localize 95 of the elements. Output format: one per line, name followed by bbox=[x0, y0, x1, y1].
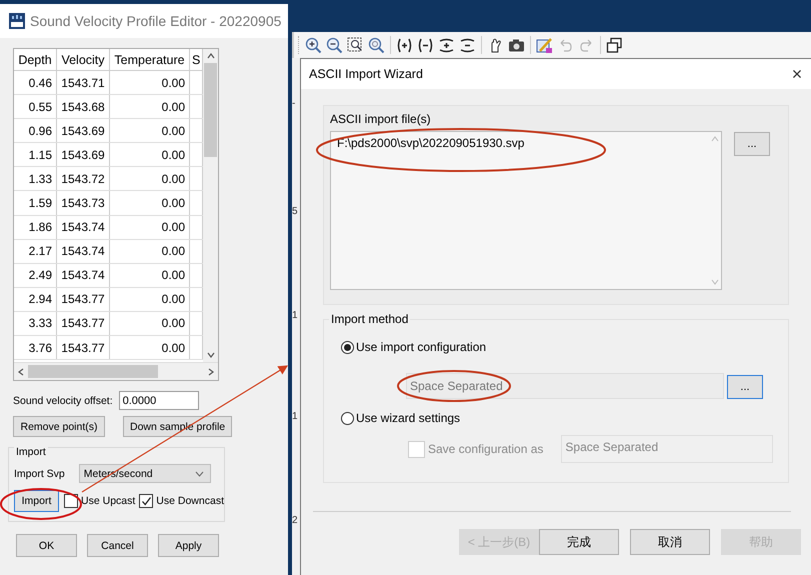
radio-button[interactable] bbox=[341, 340, 354, 354]
column-header[interactable]: Velocity bbox=[57, 49, 110, 71]
table-cell: 2.94 bbox=[14, 288, 57, 311]
offset-field[interactable]: 0.0000 bbox=[118, 391, 199, 410]
browse-button[interactable]: ... bbox=[727, 374, 763, 398]
table-cell: 1543.71 bbox=[57, 71, 110, 94]
scroll-up-icon[interactable] bbox=[206, 53, 214, 59]
windows-icon[interactable] bbox=[606, 36, 623, 54]
action-button[interactable]: Remove point(s) bbox=[13, 416, 105, 437]
chevron-down-icon bbox=[194, 470, 204, 476]
checkbox[interactable] bbox=[139, 494, 154, 508]
table-cell: 0.00 bbox=[110, 312, 190, 336]
table-cell: 3.33 bbox=[14, 312, 57, 336]
expand-h-icon[interactable] bbox=[396, 36, 413, 54]
app-logo-icon bbox=[9, 13, 25, 29]
axis-tick-label: 2 bbox=[292, 515, 298, 526]
table-cell: 0.00 bbox=[110, 288, 190, 311]
dialog-button[interactable]: Apply bbox=[158, 534, 219, 557]
checkbox-label: Use Upcast bbox=[81, 495, 136, 507]
table-cell: 1543.77 bbox=[57, 336, 110, 360]
axis-tick-label: 1 bbox=[292, 310, 298, 321]
close-button[interactable]: × bbox=[783, 64, 811, 84]
checkbox[interactable] bbox=[64, 494, 78, 508]
table-cell: 3.76 bbox=[14, 336, 57, 360]
table-cell: 0.96 bbox=[14, 119, 57, 142]
table-cell: 0.00 bbox=[110, 167, 190, 190]
table-cell: 0.00 bbox=[110, 71, 190, 94]
table-cell: 2.49 bbox=[14, 264, 57, 287]
table-cell: 0.46 bbox=[14, 71, 57, 94]
zoom-in-icon[interactable] bbox=[305, 36, 322, 54]
scroll-thumb[interactable] bbox=[28, 365, 158, 378]
wizard-button[interactable]: 完成 bbox=[539, 529, 619, 555]
table-cell: 0.00 bbox=[110, 264, 190, 287]
table-cell: 0.00 bbox=[110, 336, 190, 360]
scroll-left-icon[interactable] bbox=[18, 368, 24, 376]
svp-label: Import Svp bbox=[14, 468, 65, 480]
axis-tick-label: 5 bbox=[292, 206, 298, 217]
table-cell: 1543.72 bbox=[57, 167, 110, 190]
zoom-fit-icon[interactable] bbox=[368, 36, 385, 54]
table-cell: 0.00 bbox=[110, 143, 190, 166]
camera-icon[interactable] bbox=[508, 36, 525, 54]
checkbox-label: Save configuration as bbox=[428, 442, 544, 456]
dialog-title: ASCII Import Wizard bbox=[309, 67, 423, 81]
table-cell: 1543.69 bbox=[57, 143, 110, 166]
group-title: Import method bbox=[329, 312, 410, 326]
table-cell: 1543.74 bbox=[57, 240, 110, 263]
column-header[interactable]: Temperature bbox=[110, 49, 190, 71]
radio-label: Use import configuration bbox=[356, 340, 486, 354]
axis-tick-label: 1 bbox=[292, 411, 298, 422]
browse-button[interactable]: ... bbox=[734, 132, 770, 156]
group-title: ASCII import file(s) bbox=[330, 112, 432, 126]
file-path: F:\pds2000\svp\202209051930.svp bbox=[337, 136, 526, 150]
expand-v-icon[interactable] bbox=[438, 36, 455, 54]
table-cell: 1543.74 bbox=[57, 264, 110, 287]
radio-label: Use wizard settings bbox=[356, 411, 460, 425]
wizard-button[interactable]: 取消 bbox=[630, 529, 710, 555]
group-title: Import bbox=[14, 446, 48, 458]
table-cell: 0.00 bbox=[110, 95, 190, 118]
table-cell: 0.00 bbox=[110, 119, 190, 142]
window-title: Sound Velocity Profile Editor - 20220905 bbox=[30, 13, 282, 29]
import-button[interactable]: Import bbox=[14, 490, 60, 512]
table-cell: 1.15 bbox=[14, 143, 57, 166]
table-cell: 1543.73 bbox=[57, 191, 110, 215]
zoom-out-icon[interactable] bbox=[326, 36, 343, 54]
table-cell: 0.00 bbox=[110, 191, 190, 215]
table-cell: 1.33 bbox=[14, 167, 57, 190]
column-header[interactable]: Depth bbox=[14, 49, 57, 71]
config-field[interactable]: Space Separated bbox=[406, 373, 724, 399]
axis-tick-label: - bbox=[292, 98, 296, 109]
table-cell: 1543.69 bbox=[57, 119, 110, 142]
table-cell: 1543.77 bbox=[57, 288, 110, 311]
scroll-down-icon[interactable] bbox=[206, 352, 214, 358]
table-cell: 1543.68 bbox=[57, 95, 110, 118]
dialog-button[interactable]: OK bbox=[16, 534, 77, 557]
offset-label: Sound velocity offset: bbox=[13, 394, 113, 406]
table-cell: 1543.74 bbox=[57, 216, 110, 239]
shrink-h-icon[interactable] bbox=[417, 36, 434, 54]
table-cell: 1.86 bbox=[14, 216, 57, 239]
radio-button[interactable] bbox=[341, 412, 354, 424]
scroll-thumb[interactable] bbox=[204, 63, 217, 157]
horizontal-scrollbar[interactable] bbox=[14, 362, 218, 380]
table-cell: 1543.77 bbox=[57, 312, 110, 336]
table-cell: 0.00 bbox=[110, 240, 190, 263]
vertical-scrollbar[interactable] bbox=[203, 49, 218, 362]
edit-icon[interactable] bbox=[536, 36, 553, 54]
dialog-button[interactable]: Cancel bbox=[87, 534, 148, 557]
zoom-box-icon[interactable] bbox=[347, 36, 364, 54]
table-cell: 1.59 bbox=[14, 191, 57, 215]
scroll-right-icon[interactable] bbox=[208, 368, 214, 376]
shrink-v-icon[interactable] bbox=[459, 36, 476, 54]
table-cell: 2.17 bbox=[14, 240, 57, 263]
table-cell: 0.55 bbox=[14, 95, 57, 118]
table-cell: 0.00 bbox=[110, 216, 190, 239]
checkbox-label: Use Downcast bbox=[156, 495, 224, 507]
file-list[interactable]: F:\pds2000\svp\202209051930.svp bbox=[330, 131, 722, 290]
